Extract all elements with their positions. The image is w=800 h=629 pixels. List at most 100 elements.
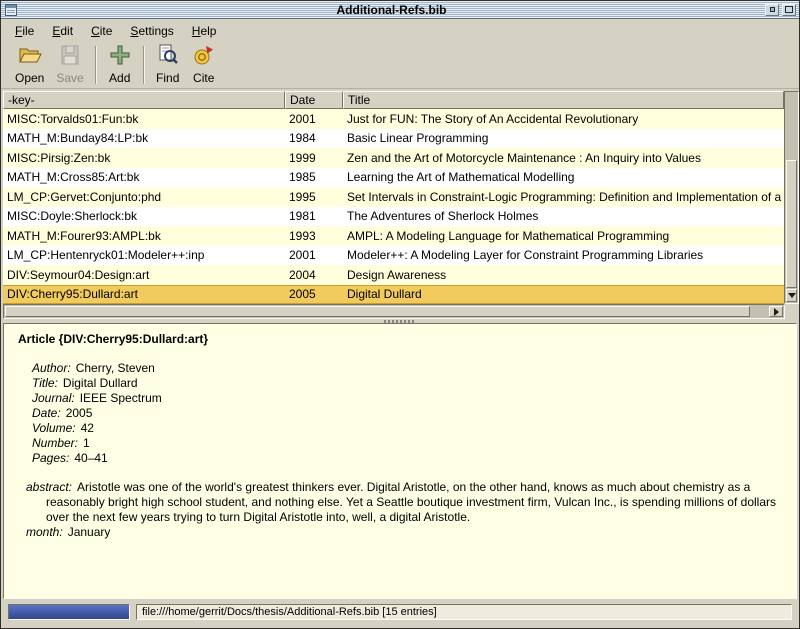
plus-icon [108, 44, 132, 69]
add-button[interactable]: Add [102, 43, 138, 87]
vertical-scrollbar[interactable] [784, 91, 799, 304]
menu-cite-mnemonic: C [91, 24, 100, 38]
toolbar-separator [143, 46, 145, 84]
find-button[interactable]: Find [150, 43, 186, 87]
table-row[interactable]: MATH_M:Bunday84:LP:bk1984Basic Linear Pr… [3, 129, 784, 149]
row-date: 1995 [285, 190, 343, 204]
row-date: 2001 [285, 112, 343, 126]
row-title: Design Awareness [343, 268, 784, 282]
field-label: Volume: [32, 421, 76, 435]
row-key: MISC:Doyle:Sherlock:bk [3, 209, 285, 223]
window-menu-icon[interactable] [4, 3, 18, 16]
row-date: 2005 [285, 287, 343, 301]
menu-settings[interactable]: Settings [122, 22, 181, 40]
table-row[interactable]: MATH_M:Cross85:Art:bk1985Learning the Ar… [3, 168, 784, 188]
scroll-right-button[interactable] [769, 306, 783, 317]
scroll-down-button[interactable] [786, 289, 797, 302]
statusbar: file:///home/gerrit/Docs/thesis/Addition… [1, 602, 799, 622]
cite-button-label: Cite [193, 71, 214, 85]
table-row[interactable]: MISC:Torvalds01:Fun:bk2001Just for FUN: … [3, 109, 784, 129]
column-header-date[interactable]: Date [285, 91, 343, 109]
row-date: 1999 [285, 151, 343, 165]
menu-help[interactable]: Help [184, 22, 225, 40]
horizontal-scrollbar[interactable] [3, 304, 785, 319]
field-label: Title: [32, 376, 58, 390]
menu-cite-label: ite [100, 24, 113, 38]
row-date: 2001 [285, 248, 343, 262]
abstract-text: Aristotle was one of the world's greates… [46, 480, 776, 524]
table-row-selected[interactable]: DIV:Cherry95:Dullard:art2005Digital Dull… [3, 285, 784, 305]
menu-cite[interactable]: Cite [83, 22, 120, 40]
row-key: MISC:Pirsig:Zen:bk [3, 151, 285, 165]
row-key: MATH_M:Cross85:Art:bk [3, 170, 285, 184]
table-row[interactable]: MISC:Pirsig:Zen:bk1999Zen and the Art of… [3, 148, 784, 168]
menu-edit[interactable]: Edit [44, 22, 81, 40]
open-button[interactable]: Open [9, 43, 50, 87]
row-title: Set Intervals in Constraint-Logic Progra… [343, 190, 784, 204]
menu-file-label: ile [22, 24, 34, 38]
minimize-button[interactable] [765, 4, 779, 16]
window-title: Additional-Refs.bib [18, 3, 765, 17]
reference-list: -key- Date Title MISC:Torvalds01:Fun:bk2… [3, 91, 799, 304]
field-value: IEEE Spectrum [80, 391, 162, 405]
list-rows: MISC:Torvalds01:Fun:bk2001Just for FUN: … [3, 109, 784, 304]
find-button-label: Find [156, 71, 179, 85]
table-row[interactable]: LM_CP:Gervet:Conjunto:phd1995Set Interva… [3, 187, 784, 207]
field-date: Date:2005 [32, 406, 782, 421]
arrow-down-icon [788, 293, 796, 298]
field-journal: Journal: IEEE Spectrum [32, 391, 782, 406]
table-row[interactable]: DIV:Seymour04:Design:art2004Design Aware… [3, 265, 784, 285]
field-volume: Volume:42 [32, 421, 782, 436]
field-value: Cherry, Steven [76, 361, 155, 375]
month-label: month: [26, 525, 63, 539]
row-key: MATH_M:Bunday84:LP:bk [3, 131, 285, 145]
app-window: Additional-Refs.bib File Edit Cite Setti… [0, 0, 800, 629]
vertical-scrollbar-thumb[interactable] [786, 160, 797, 288]
status-text-field: file:///home/gerrit/Docs/thesis/Addition… [136, 604, 792, 620]
save-button[interactable]: Save [50, 43, 89, 87]
row-title: AMPL: A Modeling Language for Mathematic… [343, 229, 784, 243]
progress-bar [8, 604, 130, 620]
field-label: Journal: [32, 391, 75, 405]
maximize-button[interactable] [782, 4, 796, 16]
titlebar[interactable]: Additional-Refs.bib [1, 1, 799, 19]
row-date: 1984 [285, 131, 343, 145]
add-button-label: Add [109, 71, 130, 85]
row-title: Just for FUN: The Story of An Accidental… [343, 112, 784, 126]
month-value: January [68, 525, 111, 539]
column-header-key[interactable]: -key- [3, 91, 285, 109]
reference-list-main: -key- Date Title MISC:Torvalds01:Fun:bk2… [3, 91, 784, 304]
arrow-right-icon [774, 308, 779, 316]
cite-icon [192, 44, 216, 69]
field-label: Number: [32, 436, 78, 450]
horizontal-scrollbar-thumb[interactable] [5, 306, 750, 317]
row-key: DIV:Cherry95:Dullard:art [3, 287, 285, 301]
field-label: Pages: [32, 451, 69, 465]
row-date: 2004 [285, 268, 343, 282]
table-row[interactable]: MISC:Doyle:Sherlock:bk1981The Adventures… [3, 207, 784, 227]
row-key: DIV:Seymour04:Design:art [3, 268, 285, 282]
field-month: month: January [26, 525, 782, 540]
row-date: 1981 [285, 209, 343, 223]
field-number: Number:1 [32, 436, 782, 451]
table-row[interactable]: MATH_M:Fourer93:AMPL:bk1993AMPL: A Model… [3, 226, 784, 246]
row-date: 1993 [285, 229, 343, 243]
row-key: LM_CP:Hentenryck01:Modeler++:inp [3, 248, 285, 262]
menu-file[interactable]: File [7, 22, 42, 40]
floppy-disk-icon [58, 44, 82, 69]
status-text: file:///home/gerrit/Docs/thesis/Addition… [142, 606, 437, 618]
field-value: Digital Dullard [63, 376, 138, 390]
row-key: LM_CP:Gervet:Conjunto:phd [3, 190, 285, 204]
field-label: Author: [32, 361, 71, 375]
column-header-title[interactable]: Title [343, 91, 784, 109]
field-abstract: abstract:Aristotle was one of the world'… [26, 480, 782, 525]
menubar: File Edit Cite Settings Help [1, 20, 799, 41]
entry-detail-pane[interactable]: Article {DIV:Cherry95:Dullard:art} Autho… [3, 323, 797, 599]
cite-button[interactable]: Cite [186, 43, 222, 87]
row-key: MISC:Torvalds01:Fun:bk [3, 112, 285, 126]
table-row[interactable]: LM_CP:Hentenryck01:Modeler++:inp2001Mode… [3, 246, 784, 266]
row-key: MATH_M:Fourer93:AMPL:bk [3, 229, 285, 243]
row-date: 1985 [285, 170, 343, 184]
toolbar: Open Save Add [1, 41, 799, 89]
row-title: Basic Linear Programming [343, 131, 784, 145]
